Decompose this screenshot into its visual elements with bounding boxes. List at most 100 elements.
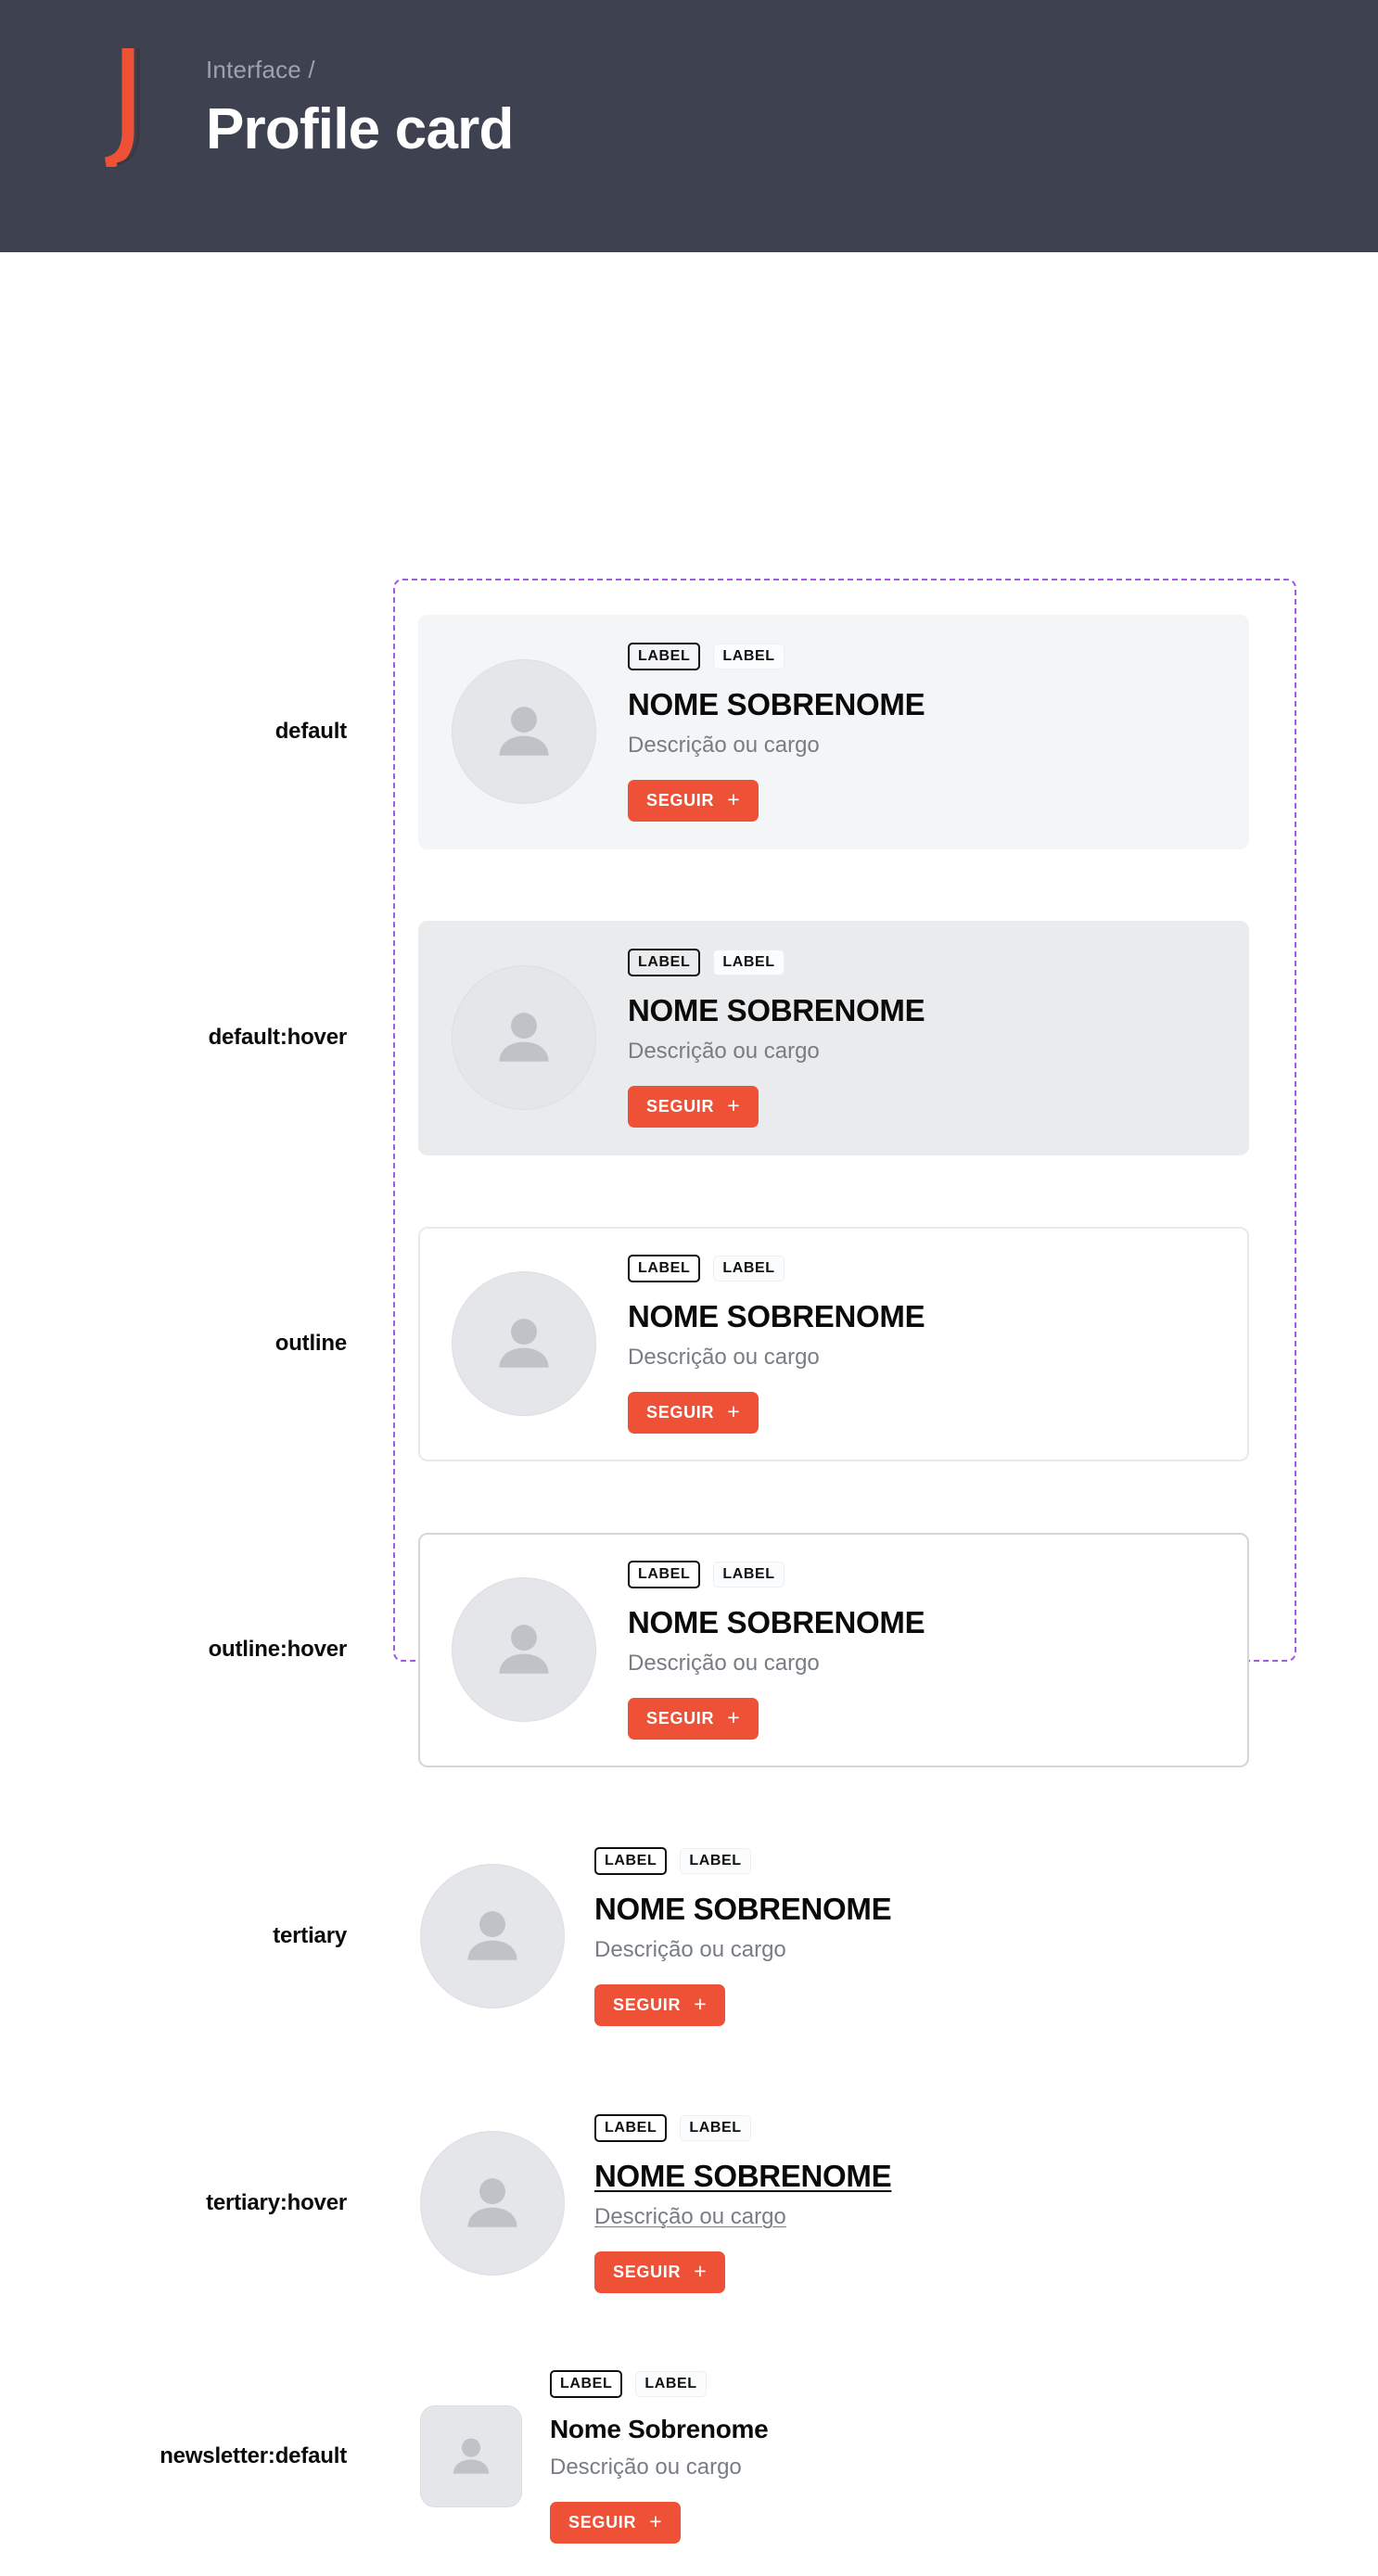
card-inner: LABEL LABEL NOME SOBRENOME Descrição ou car… (420, 617, 1247, 848)
profile-card-outline-hover[interactable]: LABEL LABEL NOME SOBRENOME Descrição ou car… (418, 1532, 1249, 1767)
variant-rows: default LABEL LABEL NOME SOBRENOME Descrição… (0, 579, 1296, 2576)
breadcrumb[interactable]: Interface / (206, 54, 514, 85)
label-chip-group: LABEL LABEL (628, 642, 925, 670)
label-chip-primary[interactable]: LABEL (628, 948, 701, 976)
label-chip-secondary[interactable]: LABEL (713, 1255, 785, 1282)
page-title: Profile card (206, 97, 514, 161)
card-slot: LABEL LABEL NOME SOBRENOME Descrição ou car… (371, 920, 1296, 1155)
person-avatar-icon (452, 1577, 596, 1722)
person-avatar-icon (452, 659, 596, 804)
card-slot: LABEL LABEL NOME SOBRENOME Descrição ou car… (371, 1823, 1296, 2050)
profile-name[interactable]: Nome Sobrenome (550, 2413, 769, 2446)
label-chip-group: LABEL LABEL (594, 2113, 891, 2142)
card-content: LABEL LABEL NOME SOBRENOME Descrição ou car… (628, 948, 925, 1128)
label-chip-primary[interactable]: LABEL (628, 642, 701, 670)
label-chip-primary[interactable]: LABEL (550, 2369, 623, 2398)
profile-description: Descrição ou cargo (628, 1344, 820, 1370)
content-stage: default LABEL LABEL NOME SOBRENOME Descrição… (0, 252, 1378, 2544)
state-label-tertiary-hover: tertiary:hover (206, 2190, 347, 2215)
label-chip-secondary[interactable]: LABEL (680, 2114, 751, 2141)
label-chip-group: LABEL LABEL (628, 1560, 925, 1588)
follow-button[interactable]: SEGUIR + (628, 779, 759, 822)
profile-card-default-hover[interactable]: LABEL LABEL NOME SOBRENOME Descrição ou car… (418, 920, 1249, 1155)
card-content: LABEL LABEL NOME SOBRENOME Descrição ou car… (628, 1560, 925, 1740)
state-label-outline-hover: outline:hover (208, 1637, 348, 1662)
label-chip-secondary[interactable]: LABEL (713, 1561, 785, 1588)
card-slot: LABEL LABEL NOME SOBRENOME Descrição ou car… (371, 1532, 1296, 1767)
person-avatar-icon (420, 2405, 522, 2507)
variant-row: tertiary LABEL LABEL NOME SOBRENOME Descriçã… (0, 1803, 1296, 2070)
profile-description: Descrição ou cargo (628, 1650, 820, 1676)
follow-button-label: SEGUIR (646, 791, 715, 810)
follow-button-label: SEGUIR (646, 1097, 715, 1116)
label-chip-secondary[interactable]: LABEL (713, 643, 785, 670)
profile-description: Descrição ou cargo (594, 2203, 786, 2229)
variant-row: outline LABEL LABEL NOME SOBRENOME Descrição… (0, 1191, 1296, 1497)
person-avatar-icon (452, 965, 596, 1110)
card-content: LABEL LABEL NOME SOBRENOME Descrição ou car… (594, 1846, 892, 2026)
profile-name[interactable]: NOME SOBRENOME (628, 1603, 925, 1642)
label-chip-primary[interactable]: LABEL (628, 1254, 701, 1282)
label-chip-secondary[interactable]: LABEL (680, 1847, 751, 1874)
card-inner: LABEL LABEL NOME SOBRENOME Descrição ou car… (420, 1825, 1247, 2048)
follow-button-label: SEGUIR (568, 2513, 637, 2531)
label-chip-secondary[interactable]: LABEL (635, 2370, 707, 2397)
follow-button[interactable]: SEGUIR + (594, 1983, 726, 2026)
person-avatar-icon (420, 1864, 565, 2009)
label-chip-primary[interactable]: LABEL (628, 1560, 701, 1588)
card-slot: LABEL LABEL NOME SOBRENOME Descrição ou car… (371, 1226, 1296, 1461)
label-chip-group: LABEL LABEL (594, 1846, 891, 1875)
person-avatar-icon (452, 1271, 596, 1416)
profile-name[interactable]: NOME SOBRENOME (594, 1890, 892, 1929)
follow-button-label: SEGUIR (646, 1709, 715, 1728)
follow-button-label: SEGUIR (613, 1996, 682, 2014)
page-header: Interface / Profile card (0, 0, 1378, 252)
header-text-block: Interface / Profile card (206, 54, 514, 165)
follow-button[interactable]: SEGUIR + (594, 2251, 726, 2293)
card-content: LABEL LABEL Nome Sobrenome Descrição ou car… (550, 2369, 769, 2544)
plus-icon: + (694, 2258, 708, 2283)
plus-icon: + (694, 1991, 708, 2016)
label-chip-group: LABEL LABEL (628, 948, 925, 976)
label-chip-secondary[interactable]: LABEL (713, 949, 785, 976)
profile-card-default[interactable]: LABEL LABEL NOME SOBRENOME Descrição ou car… (418, 614, 1249, 849)
plus-icon: + (727, 1704, 741, 1729)
follow-button[interactable]: SEGUIR + (550, 2501, 682, 2544)
card-inner: LABEL LABEL NOME SOBRENOME Descrição ou car… (420, 1535, 1247, 1766)
label-chip-primary[interactable]: LABEL (594, 2113, 668, 2142)
label-chip-group: LABEL LABEL (628, 1254, 925, 1282)
profile-name[interactable]: NOME SOBRENOME (628, 991, 925, 1030)
profile-card-newsletter-default[interactable]: LABEL LABEL Nome Sobrenome Descrição ou car… (418, 2352, 1249, 2562)
person-avatar-icon (420, 2131, 565, 2276)
variant-row: newsletter:default LABEL LABEL Nome Sobreno… (0, 2337, 1296, 2576)
variant-row: default:hover LABEL LABEL NOME SOBRENOME Des… (0, 885, 1296, 1191)
state-label-newsletter-default: newsletter:default (159, 2443, 347, 2468)
plus-icon: + (649, 2508, 663, 2533)
card-slot: LABEL LABEL NOME SOBRENOME Descrição ou car… (371, 2090, 1296, 2317)
profile-name[interactable]: NOME SOBRENOME (628, 1297, 925, 1336)
variant-row: outline:hover LABEL LABEL NOME SOBRENOME Des… (0, 1497, 1296, 1803)
card-inner: LABEL LABEL NOME SOBRENOME Descrição ou car… (420, 1229, 1247, 1460)
card-inner: LABEL LABEL Nome Sobrenome Descrição ou car… (420, 2353, 1247, 2560)
follow-button[interactable]: SEGUIR + (628, 1085, 759, 1128)
profile-card-tertiary[interactable]: LABEL LABEL NOME SOBRENOME Descrição ou car… (418, 1823, 1249, 2050)
profile-description: Descrição ou cargo (550, 2454, 742, 2480)
card-inner: LABEL LABEL NOME SOBRENOME Descrição ou car… (420, 2092, 1247, 2315)
card-slot: LABEL LABEL Nome Sobrenome Descrição ou car… (371, 2352, 1296, 2562)
state-label-tertiary: tertiary (273, 1923, 347, 1948)
follow-button[interactable]: SEGUIR + (628, 1697, 759, 1740)
plus-icon: + (727, 1092, 741, 1117)
profile-card-tertiary-hover[interactable]: LABEL LABEL NOME SOBRENOME Descrição ou car… (418, 2090, 1249, 2317)
state-label-outline: outline (274, 1331, 347, 1356)
label-chip-primary[interactable]: LABEL (594, 1846, 668, 1875)
card-content: LABEL LABEL NOME SOBRENOME Descrição ou car… (628, 642, 925, 822)
profile-card-outline[interactable]: LABEL LABEL NOME SOBRENOME Descrição ou car… (418, 1226, 1249, 1461)
follow-button[interactable]: SEGUIR + (628, 1391, 759, 1434)
card-slot: LABEL LABEL NOME SOBRENOME Descrição ou car… (371, 614, 1296, 849)
card-inner: LABEL LABEL NOME SOBRENOME Descrição ou car… (420, 923, 1247, 1154)
follow-button-label: SEGUIR (613, 2263, 682, 2281)
letter-j-logo-icon (96, 46, 161, 170)
profile-name[interactable]: NOME SOBRENOME (628, 685, 925, 724)
plus-icon: + (727, 786, 741, 811)
profile-name[interactable]: NOME SOBRENOME (594, 2157, 892, 2196)
